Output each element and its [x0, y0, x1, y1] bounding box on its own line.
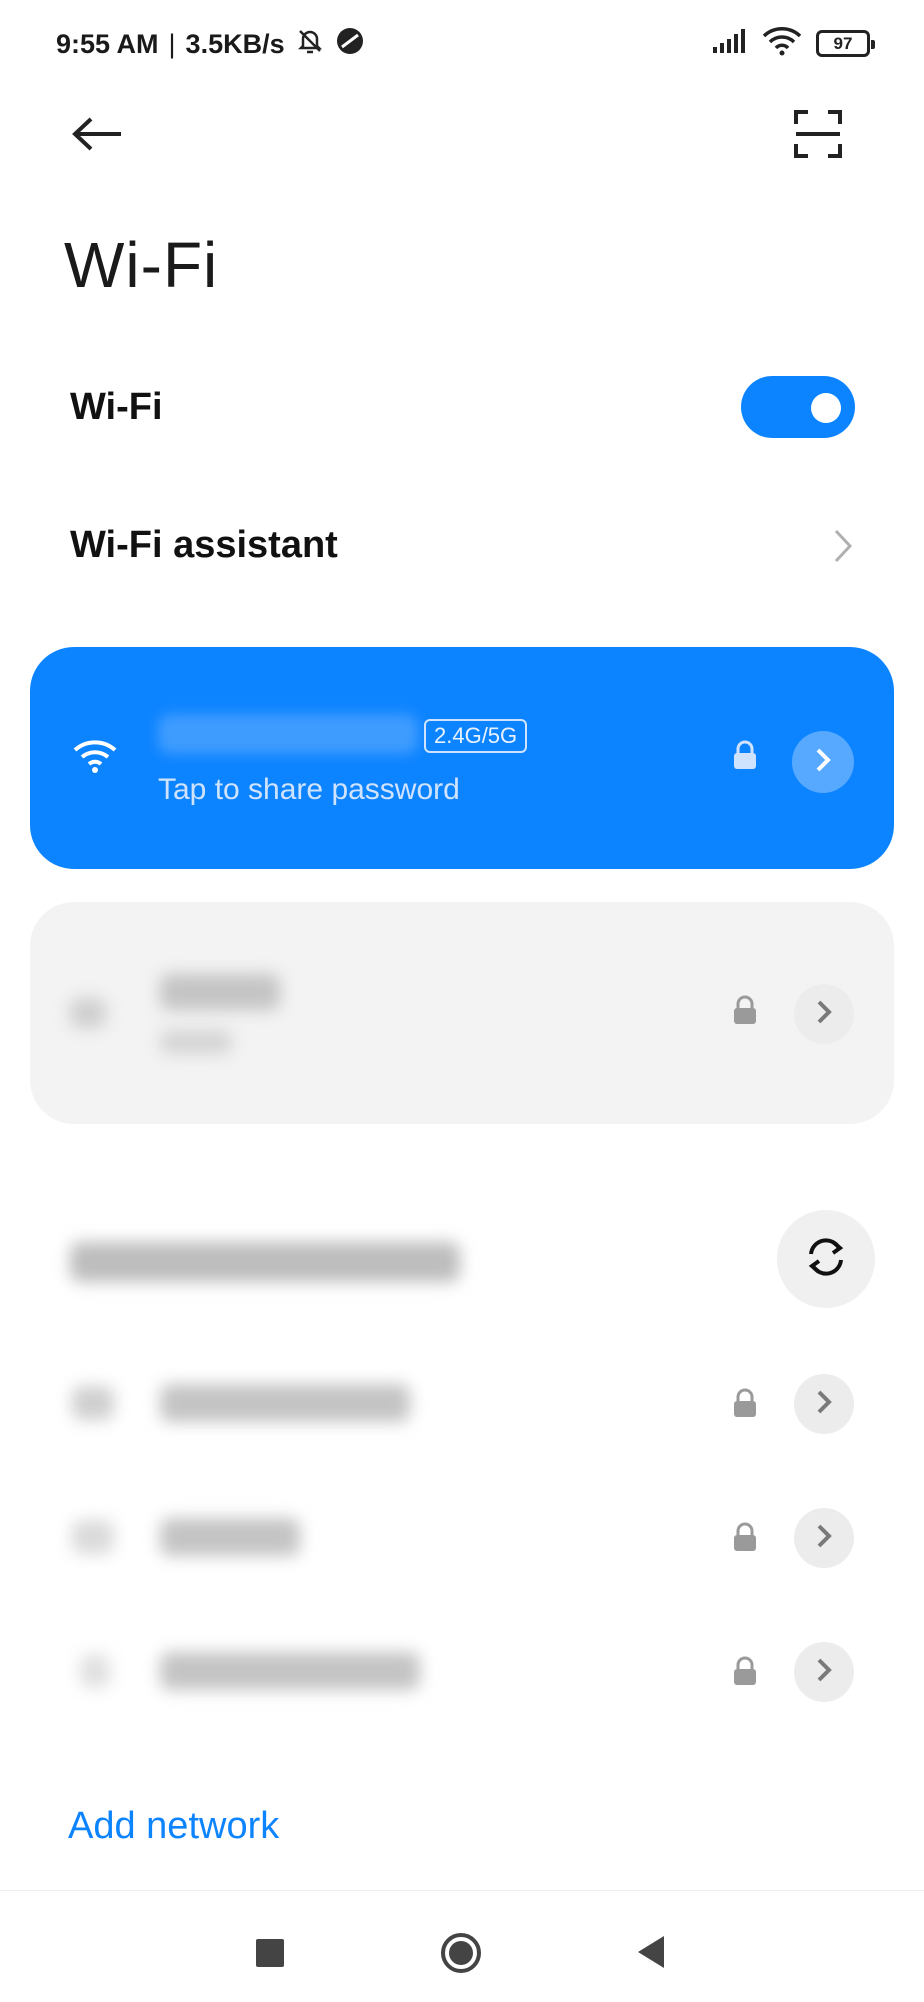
- network-details-button[interactable]: [794, 1642, 854, 1702]
- network-details-button[interactable]: [792, 731, 854, 793]
- chevron-right-icon: [814, 1657, 834, 1688]
- scan-qr-button[interactable]: [792, 109, 844, 164]
- navigation-bar: [0, 1890, 924, 2002]
- network-details-button[interactable]: [794, 1508, 854, 1568]
- lock-icon: [732, 1656, 758, 1691]
- arrow-left-icon: [71, 116, 125, 157]
- network-name-redacted: [160, 1652, 420, 1690]
- signal-icon: [712, 29, 748, 58]
- network-name-redacted: [160, 1384, 410, 1422]
- refresh-button[interactable]: [777, 1210, 875, 1308]
- chevron-right-icon: [830, 528, 858, 564]
- band-badge: 2.4G/5G: [424, 719, 528, 753]
- refresh-icon: [803, 1234, 849, 1285]
- wifi-signal-icon: [72, 1386, 114, 1420]
- lock-icon: [732, 740, 758, 775]
- status-separator: |: [168, 29, 176, 59]
- wifi-icon: [762, 26, 802, 61]
- available-network-item[interactable]: [0, 1624, 924, 1734]
- status-right: 97: [712, 26, 875, 61]
- page-title: Wi-Fi: [64, 229, 219, 301]
- share-password-text: Tap to share password: [158, 773, 460, 806]
- nav-back-button[interactable]: [638, 1936, 664, 1968]
- status-bar: 9:55 AM | 3.5KB/s 97: [0, 0, 924, 88]
- network-status-redacted: [160, 1030, 232, 1054]
- network-name-redacted: [160, 974, 280, 1010]
- add-network-link[interactable]: Add network: [68, 1805, 279, 1848]
- toggle-knob: [811, 393, 841, 423]
- network-details-button[interactable]: [794, 1374, 854, 1434]
- wifi-assistant-row[interactable]: Wi-Fi assistant: [0, 490, 924, 600]
- wifi-toggle-switch[interactable]: [741, 376, 855, 438]
- wifi-signal-icon: [70, 998, 106, 1028]
- wifi-signal-icon: [72, 1520, 114, 1554]
- app-icon: [335, 26, 365, 63]
- chevron-right-icon: [813, 747, 833, 778]
- available-network-item[interactable]: [0, 1356, 924, 1466]
- lock-icon: [732, 1522, 758, 1557]
- lock-icon: [732, 1388, 758, 1423]
- chevron-right-icon: [814, 999, 834, 1030]
- battery-level: 97: [833, 33, 853, 53]
- chevron-right-icon: [814, 1523, 834, 1554]
- scan-qr-icon: [793, 109, 843, 164]
- wifi-signal-icon: [72, 737, 118, 780]
- wifi-assistant-label: Wi-Fi assistant: [70, 524, 338, 566]
- bell-off-icon: [295, 26, 325, 63]
- network-details-button[interactable]: [794, 984, 854, 1044]
- wifi-signal-icon: [80, 1654, 110, 1688]
- available-network-item[interactable]: [0, 1490, 924, 1600]
- wifi-toggle-label: Wi-Fi: [70, 386, 163, 428]
- back-button[interactable]: [68, 110, 128, 162]
- status-time: 9:55 AM: [56, 29, 159, 59]
- network-name-redacted: [158, 714, 418, 754]
- lock-icon: [732, 995, 758, 1030]
- network-name-redacted: [160, 1518, 300, 1556]
- network-speed: 3.5KB/s: [185, 29, 285, 59]
- recent-apps-button[interactable]: [256, 1939, 284, 1967]
- section-title-redacted: [70, 1242, 460, 1282]
- battery-icon: 97: [816, 30, 875, 57]
- home-button[interactable]: [441, 1933, 481, 1973]
- connected-network-card[interactable]: 2.4G/5G Tap to share password: [30, 647, 894, 869]
- status-left: 9:55 AM | 3.5KB/s: [56, 26, 365, 63]
- saved-network-card[interactable]: [30, 902, 894, 1124]
- chevron-right-icon: [814, 1389, 834, 1420]
